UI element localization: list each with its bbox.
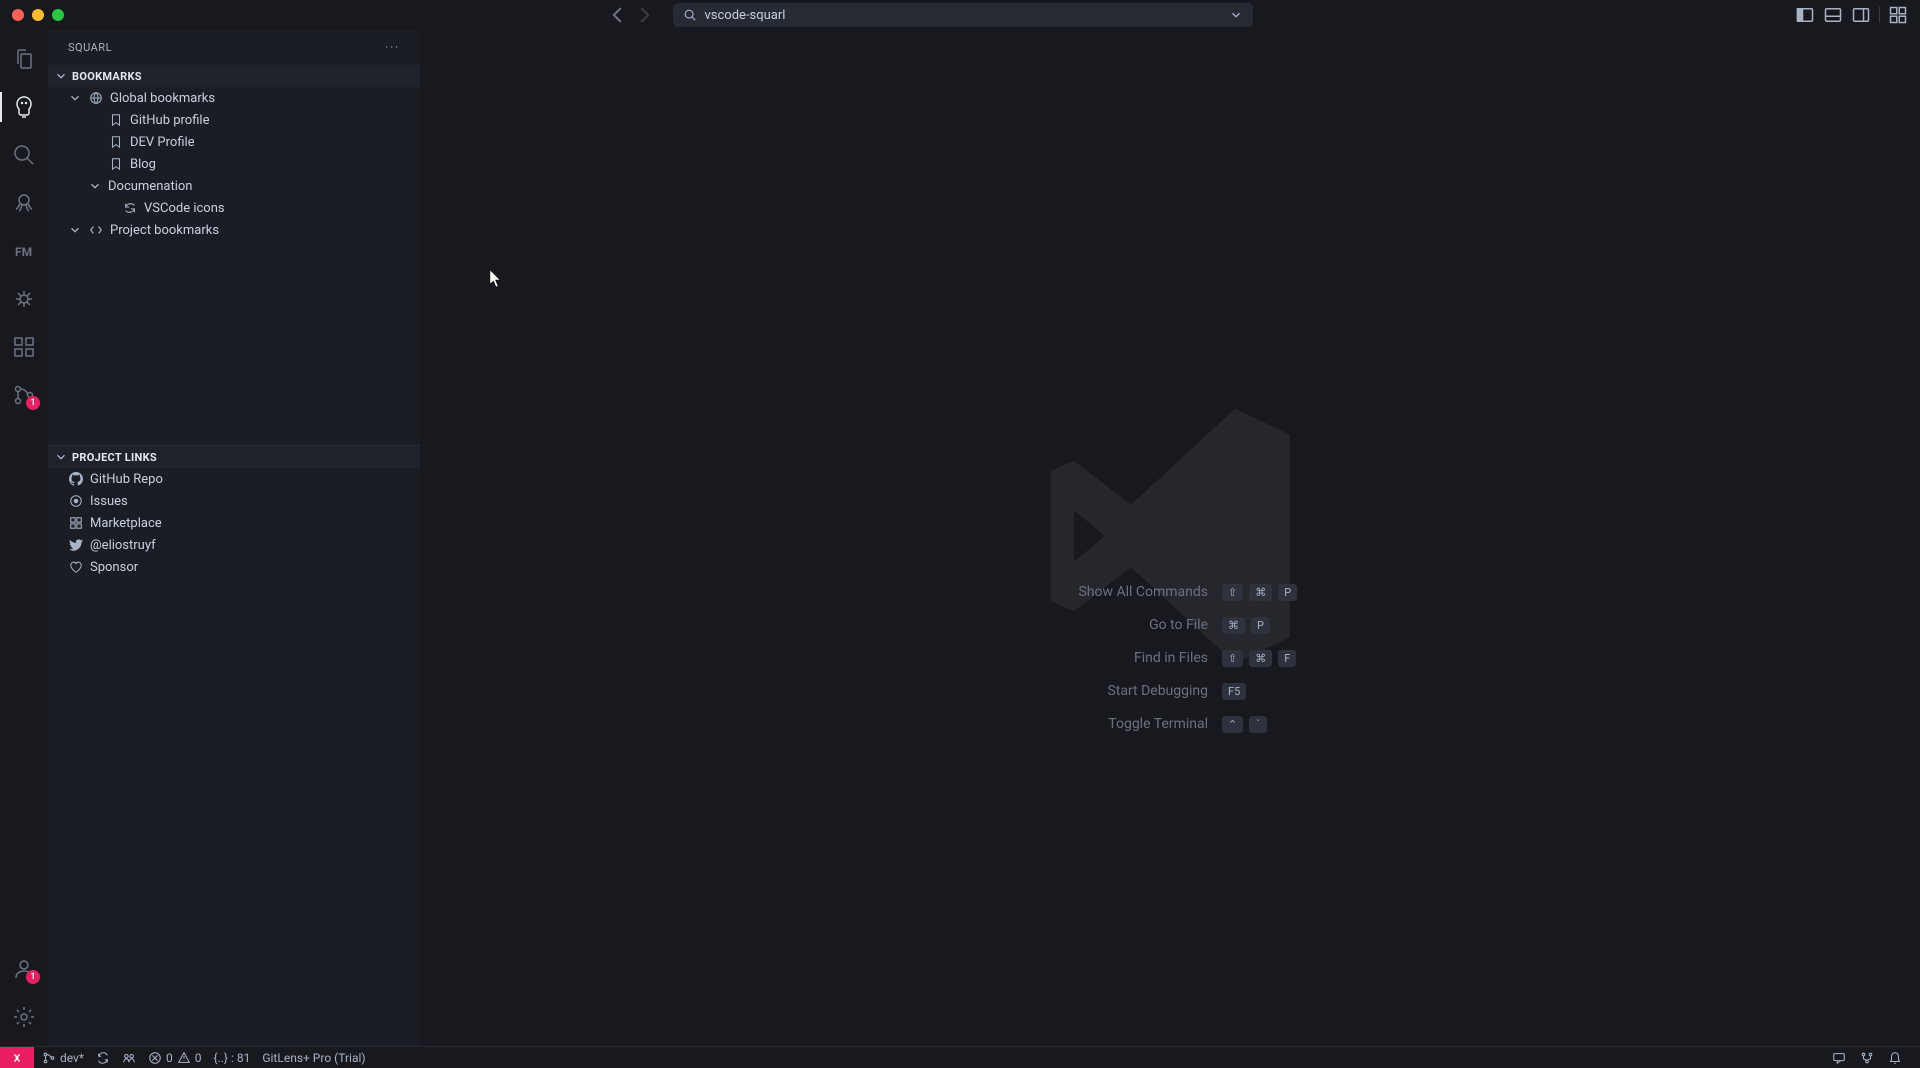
scm-badge: 1 [26, 396, 40, 410]
tree-item-dev-profile[interactable]: DEV Profile [48, 131, 420, 153]
link-label: @eliostruyf [90, 538, 156, 553]
tree-item-blog[interactable]: Blog [48, 153, 420, 175]
customize-layout-button[interactable] [1888, 5, 1908, 25]
editor-area: Show All Commands ⇧ ⌘ P Go to File ⌘ P F… [420, 30, 1920, 1046]
tree-item-github-profile[interactable]: GitHub profile [48, 109, 420, 131]
problems-status[interactable]: 0 0 [148, 1051, 202, 1065]
command-center-search[interactable]: vscode-squarl [673, 3, 1253, 27]
statusbar: dev* 0 0 {..} : 81 GitLens+ Pro (Trial) [0, 1046, 1920, 1068]
mouse-cursor [490, 270, 502, 288]
shortcut-toggle-terminal: Toggle Terminal ⌃ ` [1028, 716, 1312, 733]
section-project-links[interactable]: PROJECT LINKS [48, 446, 420, 468]
activity-source-control[interactable]: 1 [0, 374, 48, 416]
welcome-shortcuts: Show All Commands ⇧ ⌘ P Go to File ⌘ P F… [1028, 584, 1312, 733]
tree-label: Project bookmarks [110, 223, 219, 238]
titlebar: vscode-squarl [0, 0, 1920, 30]
search-icon [683, 8, 697, 22]
live-share-status[interactable] [122, 1051, 136, 1065]
activity-squarl[interactable] [0, 86, 48, 128]
account-badge: 1 [26, 970, 40, 984]
chevron-down-icon [1229, 8, 1243, 22]
sync-icon [122, 200, 138, 216]
tree-label: GitHub profile [130, 113, 210, 128]
bracket-status[interactable]: {..} : 81 [214, 1051, 251, 1065]
feedback-button[interactable] [1832, 1051, 1846, 1065]
maximize-window-button[interactable] [52, 9, 64, 21]
heart-icon [68, 559, 84, 575]
notifications-button[interactable] [1888, 1051, 1902, 1065]
nav-back-button[interactable] [607, 4, 629, 26]
tree-label: Documenation [108, 179, 192, 194]
shortcut-go-to-file: Go to File ⌘ P [1028, 617, 1312, 634]
minimize-window-button[interactable] [32, 9, 44, 21]
chevron-down-icon [54, 450, 68, 464]
shortcut-find-in-files: Find in Files ⇧ ⌘ F [1028, 650, 1312, 667]
project-links-tree: GitHub Repo Issues Marketplace @eliostru… [48, 468, 420, 578]
bookmark-icon [108, 134, 124, 150]
sidebar-title-text: SQUARL [68, 41, 112, 54]
link-label: Sponsor [90, 560, 138, 575]
branch-status[interactable]: dev* [42, 1051, 84, 1065]
link-github-repo[interactable]: GitHub Repo [48, 468, 420, 490]
tree-group-project[interactable]: Project bookmarks [48, 219, 420, 241]
globe-icon [88, 90, 104, 106]
chevron-down-icon [54, 69, 68, 83]
activity-bar: FM 1 1 [0, 30, 48, 1046]
activity-accounts[interactable]: 1 [0, 948, 48, 990]
link-label: Issues [90, 494, 128, 509]
activity-fm[interactable]: FM [0, 230, 48, 272]
remote-button[interactable] [0, 1047, 34, 1068]
link-label: GitHub Repo [90, 472, 163, 487]
activity-search[interactable] [0, 134, 48, 176]
toggle-primary-sidebar-button[interactable] [1795, 5, 1815, 25]
activity-debug[interactable] [0, 278, 48, 320]
shortcut-show-all-commands: Show All Commands ⇧ ⌘ P [1028, 584, 1312, 601]
link-sponsor[interactable]: Sponsor [48, 556, 420, 578]
tree-group-global[interactable]: Global bookmarks [48, 87, 420, 109]
section-bookmarks-label: BOOKMARKS [72, 70, 142, 83]
toggle-secondary-sidebar-button[interactable] [1851, 5, 1871, 25]
tree-item-vscode-icons[interactable]: VSCode icons [48, 197, 420, 219]
bookmarks-tree: Global bookmarks GitHub profile DEV Prof… [48, 87, 420, 241]
nav-forward-button[interactable] [633, 4, 655, 26]
tree-label: VSCode icons [144, 201, 225, 216]
link-issues[interactable]: Issues [48, 490, 420, 512]
tree-subgroup-documentation[interactable]: Documenation [48, 175, 420, 197]
close-window-button[interactable] [12, 9, 24, 21]
code-icon [88, 222, 104, 238]
section-project-links-label: PROJECT LINKS [72, 451, 157, 464]
extensions-icon [68, 515, 84, 531]
link-twitter[interactable]: @eliostruyf [48, 534, 420, 556]
section-bookmarks[interactable]: BOOKMARKS [48, 65, 420, 87]
bookmark-icon [108, 156, 124, 172]
issues-icon [68, 493, 84, 509]
search-text: vscode-squarl [705, 8, 1221, 23]
sync-status[interactable] [96, 1051, 110, 1065]
svg-text:FM: FM [15, 245, 32, 259]
chevron-down-icon [88, 179, 102, 193]
tree-label: Global bookmarks [110, 91, 215, 106]
chevron-down-icon [68, 223, 82, 237]
activity-settings[interactable] [0, 996, 48, 1038]
sidebar-title: SQUARL ··· [48, 30, 420, 65]
activity-extensions[interactable] [0, 326, 48, 368]
shortcut-start-debugging: Start Debugging F5 [1028, 683, 1312, 700]
twitter-icon [68, 537, 84, 553]
sidebar: SQUARL ··· BOOKMARKS Global bookmarks Gi… [48, 30, 420, 1046]
tree-label: Blog [130, 157, 156, 172]
prettier-button[interactable] [1860, 1051, 1874, 1065]
window-controls [12, 9, 64, 21]
sidebar-more-button[interactable]: ··· [385, 41, 400, 54]
bookmark-icon [108, 112, 124, 128]
activity-explorer[interactable] [0, 38, 48, 80]
github-icon [68, 471, 84, 487]
activity-octopus[interactable] [0, 182, 48, 224]
link-marketplace[interactable]: Marketplace [48, 512, 420, 534]
tree-label: DEV Profile [130, 135, 195, 150]
link-label: Marketplace [90, 516, 162, 531]
gitlens-status[interactable]: GitLens+ Pro (Trial) [262, 1051, 365, 1065]
chevron-down-icon [68, 91, 82, 105]
toggle-panel-button[interactable] [1823, 5, 1843, 25]
